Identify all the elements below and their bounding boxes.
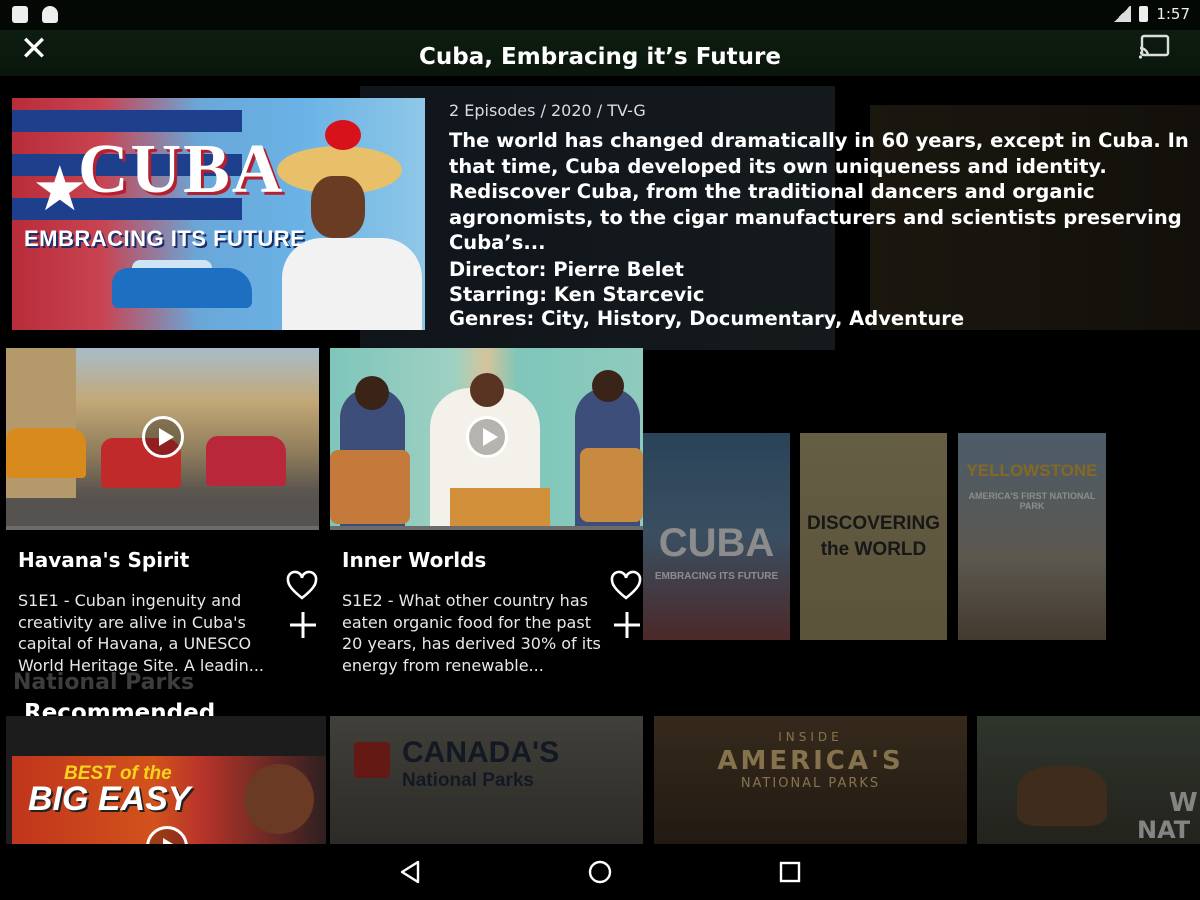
woman-illustration	[277, 118, 422, 330]
heart-icon[interactable]	[610, 570, 642, 602]
bg-poster-yellowstone-subtitle: AMERICA'S FIRST NATIONAL PARK	[968, 491, 1096, 511]
recommended-card[interactable]: W NAT	[977, 716, 1200, 844]
recommended-card[interactable]: INSIDE AMERICA'S NATIONAL PARKS	[654, 716, 967, 844]
recommended-card-line3: NATIONAL PARKS	[740, 776, 881, 791]
battery-icon	[1139, 6, 1149, 22]
recommended-card-line2: BIG EASY	[28, 780, 191, 818]
bg-poster-cuba-subtitle: EMBRACING ITS FUTURE	[654, 571, 779, 582]
recommended-card-line2: NAT	[1137, 816, 1191, 844]
car-illustration	[112, 268, 252, 308]
plus-icon[interactable]	[612, 610, 642, 640]
recommended-card-line1: INSIDE	[778, 730, 843, 744]
bear-illustration	[1017, 766, 1107, 826]
status-right: 1:57	[1113, 5, 1190, 23]
top-bar: ✕ Cuba, Embracing it’s Future	[0, 30, 1200, 76]
bg-poster-cuba-title: CUBA	[658, 521, 775, 565]
cast-icon[interactable]	[1138, 34, 1170, 60]
recommended-card-line1: CANADA'S	[402, 736, 560, 769]
status-bar: 1:57	[0, 0, 1200, 30]
bg-poster-discovering: DISCOVERING the WORLD	[800, 433, 947, 640]
recommended-card-line2: AMERICA'S	[717, 746, 904, 776]
clock: 1:57	[1156, 5, 1190, 23]
plus-icon[interactable]	[288, 610, 318, 640]
navigation-bar	[0, 844, 1200, 900]
show-director: Director: Pierre Belet	[449, 258, 684, 281]
show-poster: ★ CUBA EMBRACING ITS FUTURE	[12, 98, 425, 330]
bg-poster-yellowstone: YELLOWSTONE AMERICA'S FIRST NATIONAL PAR…	[958, 433, 1106, 640]
bg-poster-cuba: CUBA EMBRACING ITS FUTURE	[643, 433, 790, 640]
android-icon	[42, 6, 58, 23]
episode-progress-bar	[330, 526, 643, 530]
bg-poster-discovering-title: DISCOVERING the WORLD	[806, 513, 941, 560]
show-meta: 2 Episodes / 2020 / TV-G	[449, 101, 646, 120]
episode-thumbnail[interactable]	[6, 348, 319, 526]
episode-description: S1E1 - Cuban ingenuity and creativity ar…	[18, 591, 265, 675]
recommended-card[interactable]: BEST of the BIG EASY	[6, 716, 326, 844]
faded-section-label: National Parks	[13, 670, 195, 695]
poster-subtitle: EMBRACING ITS FUTURE	[24, 226, 306, 251]
recents-icon[interactable]	[776, 858, 804, 886]
show-starring: Starring: Ken Starcevic	[449, 283, 705, 306]
back-icon[interactable]	[396, 858, 424, 886]
signal-icon	[1113, 6, 1132, 22]
episode-description: S1E2 - What other country has eaten orga…	[342, 591, 601, 675]
play-icon[interactable]	[142, 416, 184, 458]
episode-progress-bar	[6, 526, 319, 530]
notification-icons	[12, 6, 58, 23]
recommended-card-line2: National Parks	[402, 770, 534, 791]
poster-title: CUBA	[78, 131, 285, 208]
bg-poster-yellowstone-title: YELLOWSTONE	[966, 461, 1098, 480]
home-icon[interactable]	[586, 858, 614, 886]
maple-leaf-icon	[354, 742, 390, 778]
play-icon[interactable]	[466, 416, 508, 458]
show-description: The world has changed dramatically in 60…	[449, 129, 1189, 254]
heart-icon[interactable]	[286, 570, 318, 602]
show-genres: Genres: City, History, Documentary, Adve…	[449, 307, 965, 330]
episode-thumbnail[interactable]	[330, 348, 643, 526]
episode-card[interactable]: Havana's Spirit S1E1 - Cuban ingenuity a…	[6, 348, 319, 675]
recommended-card[interactable]: CANADA'S National Parks	[330, 716, 643, 844]
episode-title: Inner Worlds	[342, 548, 487, 572]
recommended-card-line1: W	[1169, 788, 1198, 818]
episode-card[interactable]: Inner Worlds S1E2 - What other country h…	[330, 348, 643, 675]
episode-title: Havana's Spirit	[18, 548, 190, 572]
notification-icon	[12, 6, 28, 23]
page-title: Cuba, Embracing it’s Future	[419, 44, 781, 70]
